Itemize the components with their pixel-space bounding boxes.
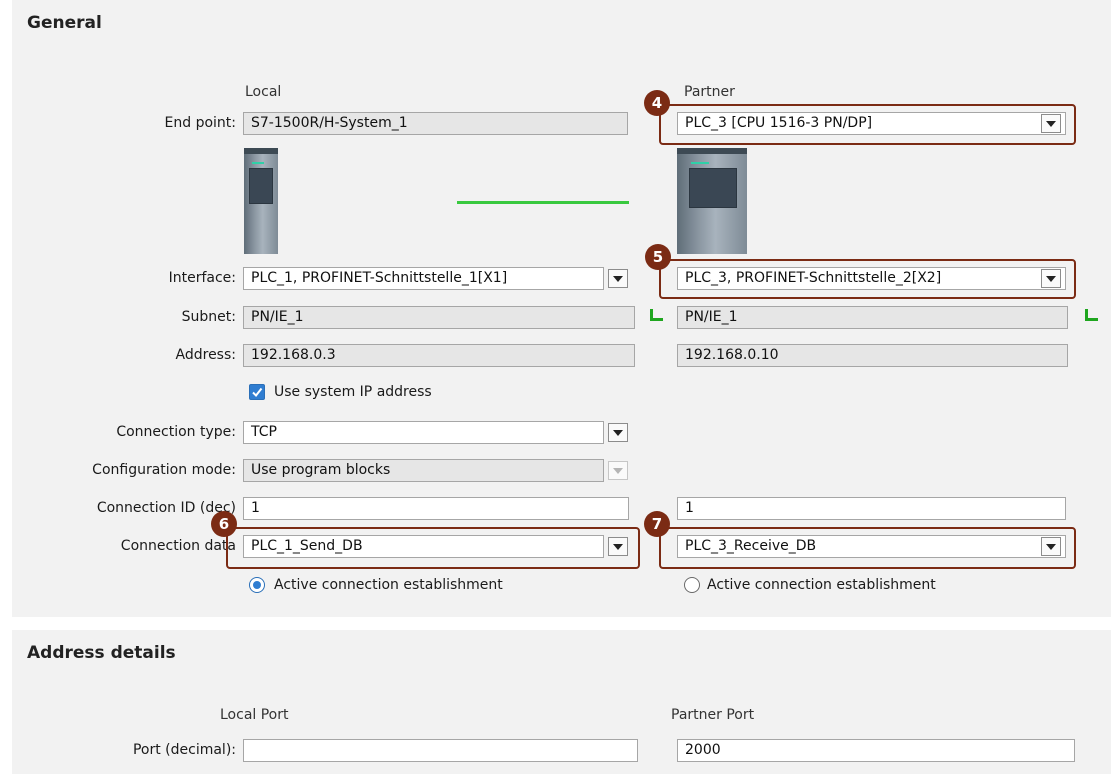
network-icon xyxy=(648,309,664,323)
general-title: General xyxy=(27,13,102,33)
callout-frame-7 xyxy=(659,527,1076,569)
connection-data-label: Connection data xyxy=(120,538,236,554)
connection-type-value: TCP xyxy=(251,424,277,440)
chevron-down-icon xyxy=(613,467,623,474)
callout-badge-5: 5 xyxy=(645,244,671,270)
plc-display xyxy=(689,168,737,208)
port-decimal-label: Port (decimal): xyxy=(132,742,236,758)
partner-port-heading: Partner Port xyxy=(671,707,755,723)
callout-frame-5 xyxy=(659,259,1076,299)
configuration-mode-select: Use program blocks xyxy=(243,459,604,482)
connection-type-dropdown-button[interactable] xyxy=(608,423,628,442)
interface-label: Interface: xyxy=(168,270,236,286)
configuration-mode-dropdown-button xyxy=(608,461,628,480)
local-port-input[interactable] xyxy=(243,739,638,762)
configuration-mode-value: Use program blocks xyxy=(251,462,391,478)
use-system-ip-label: Use system IP address xyxy=(274,384,432,400)
chevron-down-icon xyxy=(613,275,623,282)
checkmark-icon xyxy=(252,387,263,398)
local-port-heading: Local Port xyxy=(220,707,289,723)
local-active-establishment-radio[interactable] xyxy=(249,577,265,593)
connection-line xyxy=(457,201,629,204)
partner-active-establishment-label: Active connection establishment xyxy=(707,577,936,593)
local-end-point-field: S7-1500R/H-System_1 xyxy=(243,112,628,135)
connection-id-label: Connection ID (dec) xyxy=(96,500,236,516)
connection-type-select[interactable]: TCP xyxy=(243,421,604,444)
partner-connection-id-input[interactable]: 1 xyxy=(677,497,1066,520)
partner-address-field: 192.168.0.10 xyxy=(677,344,1068,367)
plc-status-led xyxy=(252,162,264,164)
address-details-title: Address details xyxy=(27,643,176,663)
partner-heading: Partner xyxy=(684,84,735,100)
end-point-label: End point: xyxy=(164,115,236,131)
plc-display xyxy=(249,168,273,204)
connection-type-label: Connection type: xyxy=(116,424,236,440)
address-label: Address: xyxy=(175,347,236,363)
plc-top-vents xyxy=(244,148,278,154)
partner-port-input[interactable]: 2000 xyxy=(677,739,1075,762)
callout-frame-4 xyxy=(659,104,1076,145)
chevron-down-icon xyxy=(613,429,623,436)
partner-active-establishment-radio[interactable] xyxy=(684,577,700,593)
local-heading: Local xyxy=(245,84,282,100)
local-interface-value: PLC_1, PROFINET-Schnittstelle_1[X1] xyxy=(251,270,508,286)
configuration-mode-label: Configuration mode: xyxy=(92,462,236,478)
use-system-ip-checkbox[interactable] xyxy=(249,384,265,400)
partner-subnet-field: PN/IE_1 xyxy=(677,306,1068,329)
local-connection-id-input[interactable]: 1 xyxy=(243,497,629,520)
callout-badge-4: 4 xyxy=(644,90,670,116)
local-subnet-field: PN/IE_1 xyxy=(243,306,635,329)
partner-plc-image xyxy=(677,148,747,254)
local-plc-image xyxy=(244,148,278,254)
plc-status-led xyxy=(691,162,709,164)
plc-top-vents xyxy=(677,148,747,154)
local-interface-select[interactable]: PLC_1, PROFINET-Schnittstelle_1[X1] xyxy=(243,267,604,290)
local-interface-dropdown-button[interactable] xyxy=(608,269,628,288)
callout-badge-7: 7 xyxy=(644,511,670,537)
subnet-label: Subnet: xyxy=(181,309,236,325)
network-icon xyxy=(1083,309,1099,323)
local-active-establishment-label: Active connection establishment xyxy=(274,577,503,593)
callout-badge-6: 6 xyxy=(211,511,237,537)
callout-frame-6 xyxy=(226,527,640,569)
local-address-field: 192.168.0.3 xyxy=(243,344,635,367)
